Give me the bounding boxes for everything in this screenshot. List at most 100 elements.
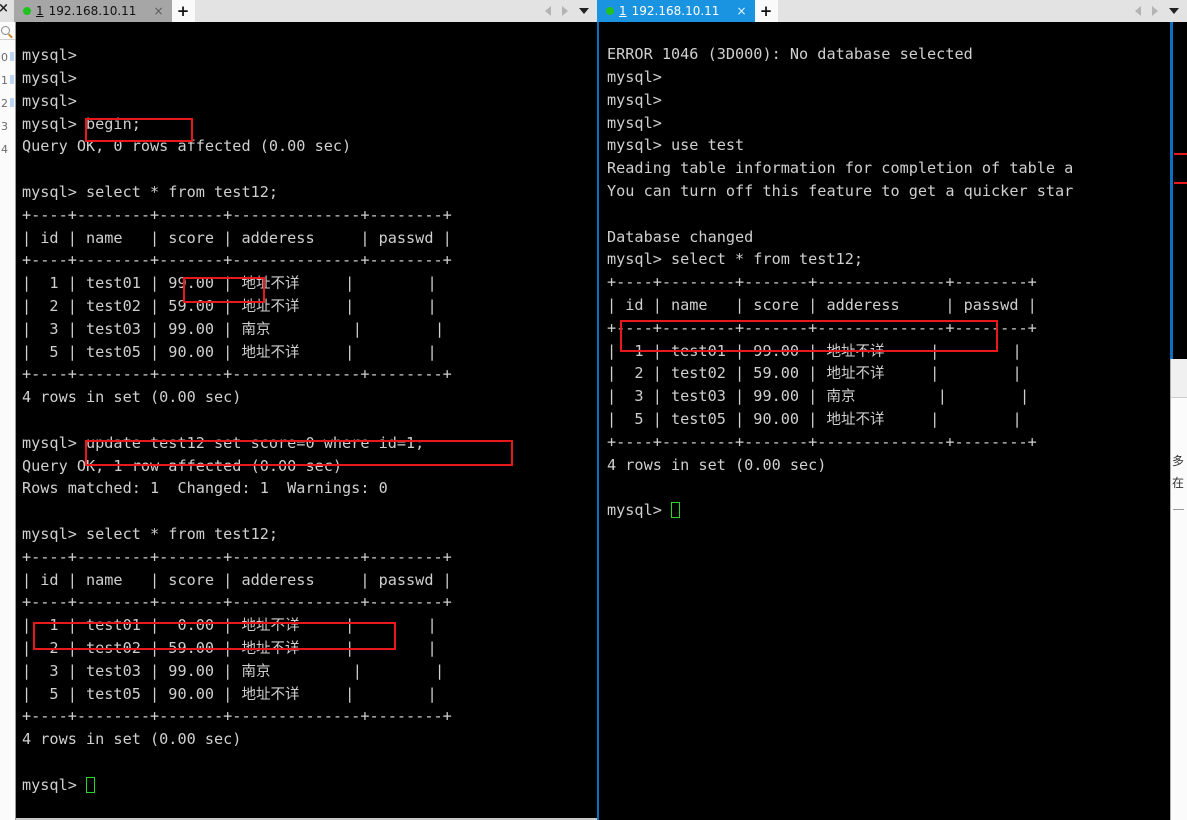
terminal-body-left[interactable]: 0 1 2 3 4 mysql> mysql> mysql> mysql> begin…: [0, 22, 597, 820]
terminal-line: 4 rows in set (0.00 sec): [22, 730, 242, 749]
tab-list-dropdown-icon[interactable]: [579, 8, 589, 14]
terminal-line: +----+--------+-------+--------------+--…: [22, 365, 452, 384]
tab-index-label: 1: [36, 4, 44, 18]
background-window-sliver: 多 在: [1170, 22, 1187, 820]
tab-index-label: 1: [619, 4, 627, 18]
terminal-line: 4 rows in set (0.00 sec): [607, 455, 827, 474]
terminal-line: mysql>: [607, 67, 662, 86]
terminal-line: 4 rows in set (0.00 sec): [22, 388, 242, 407]
terminal-body-right[interactable]: ERROR 1046 (3D000): No database selected…: [597, 22, 1187, 820]
gutter-line-number: 4: [1, 143, 8, 156]
scroll-tabs-left-icon[interactable]: [545, 6, 551, 16]
terminal-line: | 1 | test01 | 99.00 | 地址不详 | |: [22, 274, 437, 293]
terminal-line: ERROR 1046 (3D000): No database selected: [607, 45, 973, 64]
scroll-tabs-right-icon[interactable]: [1152, 6, 1158, 16]
terminal-line: | 5 | test05 | 90.00 | 地址不详 | |: [22, 684, 437, 703]
tab-close-icon[interactable]: ×: [724, 5, 746, 17]
terminal-line: | id | name | score | adderess | passwd …: [607, 295, 1037, 314]
terminal-line: +----+--------+-------+--------------+--…: [22, 251, 452, 270]
tab-list-dropdown-icon[interactable]: [1169, 8, 1179, 14]
tab-session-left[interactable]: 1 192.168.10.11 ×: [14, 0, 172, 22]
terminal-line: | 2 | test02 | 59.00 | 地址不详 | |: [22, 296, 437, 315]
terminal-output-left[interactable]: mysql> mysql> mysql> mysql> begin; Query OK,…: [0, 37, 597, 803]
terminal-cursor: [86, 776, 96, 793]
new-tab-button[interactable]: +: [754, 0, 778, 22]
tab-bar-filler-right: [777, 0, 1135, 22]
terminal-line: +----+--------+-------+--------------+--…: [22, 205, 452, 224]
terminal-output-right[interactable]: ERROR 1046 (3D000): No database selected…: [599, 37, 1185, 805]
line-number-gutter: 0 1 2 3 4: [0, 46, 15, 161]
terminal-line: | id | name | score | adderess | passwd …: [22, 570, 452, 589]
terminal-cursor: [671, 502, 681, 519]
terminal-line: +----+--------+-------+--------------+--…: [22, 707, 452, 726]
terminal-line: Rows matched: 1 Changed: 1 Warnings: 0: [22, 479, 388, 498]
terminal-line: mysql>: [22, 46, 77, 65]
app-root: 1 192.168.10.11 × + 0 1: [0, 0, 1187, 820]
terminal-line: You can turn off this feature to get a q…: [607, 181, 1074, 200]
terminal-line: mysql>: [607, 90, 662, 109]
sliver-text: 在: [1172, 476, 1185, 490]
tab-title-label: 192.168.10.11: [631, 4, 720, 18]
scroll-tabs-left-icon[interactable]: [1135, 6, 1141, 16]
connected-status-icon: [23, 7, 31, 15]
tab-title-label: 192.168.10.11: [48, 4, 137, 18]
connected-status-icon: [606, 7, 614, 15]
terminal-line: mysql>: [607, 113, 662, 132]
search-icon[interactable]: [1, 26, 10, 35]
gutter-line-number: 1: [1, 74, 8, 87]
terminal-line: | 3 | test03 | 99.00 | 南京 | |: [22, 319, 445, 338]
terminal-line: mysql> begin;: [22, 114, 141, 133]
tab-bar-right: 1 192.168.10.11 × +: [597, 0, 1187, 22]
gutter-line-number: 3: [1, 120, 8, 133]
terminal-line: mysql> update test12 set score=0 where i…: [22, 433, 425, 452]
terminal-line: | id | name | score | adderess | passwd …: [22, 228, 452, 247]
new-tab-button[interactable]: +: [171, 0, 195, 22]
background-window-sidebar: 0 1 2 3 4: [0, 22, 16, 820]
terminal-line: mysql>: [607, 499, 1185, 522]
terminal-line: +----+--------+-------+--------------+--…: [607, 318, 1037, 337]
tab-session-right[interactable]: 1 192.168.10.11 ×: [597, 0, 755, 22]
tab-bar-filler-left: [194, 0, 545, 22]
terminal-window-right: 1 192.168.10.11 × + ERROR 1046 (3D000): …: [597, 0, 1187, 820]
terminal-line: +----+--------+-------+--------------+--…: [607, 273, 1037, 292]
sliver-annotation-edge: [1174, 182, 1187, 184]
terminal-line: | 2 | test02 | 59.00 | 地址不详 | |: [607, 364, 1022, 383]
terminal-line: | 1 | test01 | 0.00 | 地址不详 | |: [22, 616, 437, 635]
terminal-line: Query OK, 1 row affected (0.00 sec): [22, 456, 343, 475]
window-close-icon[interactable]: [0, 0, 14, 22]
terminal-line: | 5 | test05 | 90.00 | 地址不详 | |: [22, 342, 437, 361]
terminal-line: mysql> select * from test12;: [607, 250, 864, 269]
tab-nav-controls-right: [1135, 0, 1187, 22]
terminal-line: mysql>: [22, 774, 597, 797]
terminal-line: Reading table information for completion…: [607, 159, 1074, 178]
terminal-window-left: 1 192.168.10.11 × + 0 1: [0, 0, 597, 820]
scroll-tabs-right-icon[interactable]: [562, 6, 568, 16]
tab-bar-left: 1 192.168.10.11 × +: [0, 0, 597, 22]
gutter-line-number: 0: [1, 51, 8, 64]
tab-close-icon[interactable]: ×: [141, 5, 163, 17]
terminal-line: | 3 | test03 | 99.00 | 南京 | |: [607, 387, 1030, 406]
sliver-divider: [1173, 509, 1184, 510]
terminal-line: Query OK, 0 rows affected (0.00 sec): [22, 137, 352, 156]
terminal-line: mysql> select * from test12;: [22, 524, 279, 543]
terminal-line: mysql> use test: [607, 136, 745, 155]
terminal-line: | 1 | test01 | 99.00 | 地址不详 | |: [607, 341, 1022, 360]
terminal-line: Database changed: [607, 227, 754, 246]
gutter-line-number: 2: [1, 97, 8, 110]
terminal-line: +----+--------+-------+--------------+--…: [22, 593, 452, 612]
sliver-window-border: [1170, 22, 1173, 359]
terminal-line: +----+--------+-------+--------------+--…: [607, 432, 1037, 451]
tab-nav-controls-left: [545, 0, 597, 22]
terminal-line: +----+--------+-------+--------------+--…: [22, 547, 452, 566]
terminal-line: mysql> select * from test12;: [22, 182, 279, 201]
terminal-line: | 2 | test02 | 59.00 | 地址不详 | |: [22, 638, 437, 657]
terminal-line: | 5 | test05 | 90.00 | 地址不详 | |: [607, 409, 1022, 428]
sliver-annotation-edge: [1174, 153, 1187, 155]
terminal-line: | 3 | test03 | 99.00 | 南京 | |: [22, 661, 445, 680]
